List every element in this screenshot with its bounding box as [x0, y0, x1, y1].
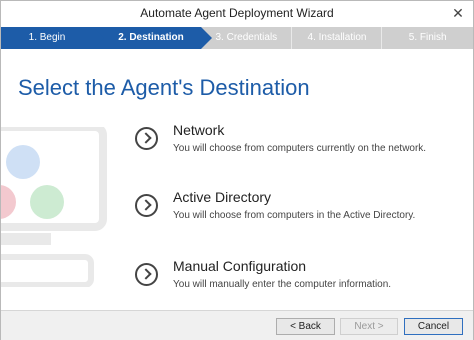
- chevron-right-circle-icon[interactable]: [135, 263, 158, 286]
- option-manual-configuration[interactable]: Manual Configuration You will manually e…: [135, 258, 465, 301]
- step-label: 3. Credentials: [215, 32, 278, 43]
- option-network[interactable]: Network You will choose from computers c…: [135, 122, 465, 165]
- chevron-right-circle-icon[interactable]: [135, 194, 158, 217]
- page-title: Select the Agent's Destination: [18, 75, 310, 100]
- option-active-directory[interactable]: Active Directory You will choose from co…: [135, 189, 465, 232]
- option-description: You will manually enter the computer inf…: [173, 279, 392, 290]
- next-button[interactable]: Next >: [340, 318, 398, 335]
- option-title[interactable]: Active Directory: [173, 189, 271, 205]
- step-installation: 4. Installation: [291, 27, 384, 49]
- wizard-window: Automate Agent Deployment Wizard ✕ 1. Be…: [0, 0, 474, 340]
- step-label: 4. Installation: [307, 32, 367, 43]
- step-label: 1. Begin: [28, 32, 66, 43]
- step-finish: 5. Finish: [382, 27, 474, 49]
- option-description: You will choose from computers in the Ac…: [173, 210, 416, 221]
- window-title: Automate Agent Deployment Wizard: [140, 6, 334, 20]
- step-label: 2. Destination: [118, 32, 184, 43]
- cancel-button[interactable]: Cancel: [404, 318, 463, 335]
- computer-monitor-icon: [1, 127, 107, 287]
- option-description: You will choose from computers currently…: [173, 143, 427, 154]
- option-title[interactable]: Network: [173, 122, 224, 138]
- close-icon[interactable]: ✕: [451, 1, 465, 26]
- back-button[interactable]: < Back: [276, 318, 335, 335]
- wizard-steps: 1. Begin 2. Destination 3. Credentials 4…: [1, 27, 474, 49]
- title-bar: Automate Agent Deployment Wizard ✕: [1, 1, 473, 26]
- step-chevron: [201, 27, 212, 49]
- chevron-right-circle-icon[interactable]: [135, 127, 158, 150]
- option-title[interactable]: Manual Configuration: [173, 258, 306, 274]
- step-label: 5. Finish: [408, 32, 447, 43]
- step-credentials: 3. Credentials: [201, 27, 293, 49]
- step-chevron: [93, 27, 104, 49]
- button-bar: < Back Next > Cancel: [1, 310, 473, 340]
- step-destination: 2. Destination: [93, 27, 212, 49]
- step-begin: 1. Begin: [1, 27, 104, 49]
